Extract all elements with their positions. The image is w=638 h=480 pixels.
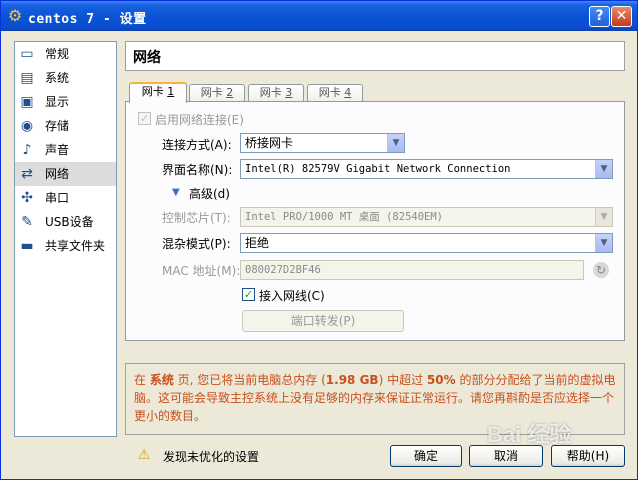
interface-name-select[interactable]: Intel(R) 82579V Gigabit Network Connecti… xyxy=(240,159,613,179)
cancel-button[interactable]: 取消 xyxy=(469,445,543,467)
disk-icon: ◉ xyxy=(20,118,34,134)
chevron-down-icon: ▼ xyxy=(595,208,612,226)
sidebar-item-shared-folders[interactable]: ▬ 共享文件夹 xyxy=(15,234,116,258)
chevron-down-icon: ▼ xyxy=(387,134,404,152)
sidebar-item-network[interactable]: ⇄ 网络 xyxy=(15,162,116,186)
settings-window: ⚙ centos 7 - 设置 ? ✕ ▭ 常规 ▤ 系统 ▣ 显示 ◉ 存储 … xyxy=(0,0,638,480)
page-title: 网络 xyxy=(133,50,161,66)
adapter-type-select[interactable]: Intel PRO/1000 MT 桌面 (82540EM) ▼ xyxy=(240,207,613,227)
expand-arrow-icon[interactable]: ▼ xyxy=(172,187,180,198)
close-button[interactable]: ✕ xyxy=(611,6,632,27)
display-icon: ▣ xyxy=(20,94,34,110)
promiscuous-mode-select[interactable]: 拒绝 ▼ xyxy=(240,233,613,253)
speaker-icon: ♪ xyxy=(22,142,32,158)
chip-icon: ▤ xyxy=(20,70,34,86)
mac-address-label: MAC 地址(M): xyxy=(162,264,241,278)
serial-port-icon: ✣ xyxy=(21,190,33,206)
sidebar-item-label: 显示 xyxy=(45,95,70,109)
sidebar-item-serial[interactable]: ✣ 串口 xyxy=(15,186,116,210)
sidebar-item-general[interactable]: ▭ 常规 xyxy=(15,42,116,66)
help-button[interactable]: 帮助(H) xyxy=(551,445,625,467)
monitor-icon: ▭ xyxy=(20,46,34,62)
warning-icon: ⚠ xyxy=(137,447,151,463)
sidebar-item-label: 网络 xyxy=(45,167,70,181)
enable-adapter-checkbox[interactable]: ✓ xyxy=(138,112,151,125)
cable-connected-label: 接入网线(C) xyxy=(259,289,325,303)
sidebar-item-usb[interactable]: ✎ USB设备 xyxy=(15,210,116,234)
sidebar-item-label: 系统 xyxy=(45,71,70,85)
refresh-mac-icon[interactable]: ↻ xyxy=(593,262,609,278)
page-header: 网络 xyxy=(125,41,625,71)
sidebar-item-storage[interactable]: ◉ 存储 xyxy=(15,114,116,138)
port-forwarding-button[interactable]: 端口转发(P) xyxy=(242,310,404,332)
promiscuous-mode-label: 混杂模式(P): xyxy=(162,237,231,251)
sidebar-item-label: 串口 xyxy=(45,191,70,205)
window-title: centos 7 - 设置 xyxy=(28,12,147,27)
title-bar[interactable]: ⚙ centos 7 - 设置 ? ✕ xyxy=(1,1,637,31)
chevron-down-icon: ▼ xyxy=(595,234,612,252)
mac-address-field[interactable]: 080027D2BF46 xyxy=(240,260,584,280)
usb-icon: ✎ xyxy=(21,214,33,230)
tab-adapter-3[interactable]: 网卡 3 xyxy=(248,84,304,102)
gear-icon: ⚙ xyxy=(7,6,23,25)
sidebar-item-audio[interactable]: ♪ 声音 xyxy=(15,138,116,162)
sidebar-item-label: 共享文件夹 xyxy=(45,239,106,253)
tab-adapter-4[interactable]: 网卡 4 xyxy=(307,84,363,102)
warning-message: 在 系统 页, 您已将当前电脑总内存 (1.98 GB) 中超过 50% 的部分… xyxy=(125,363,625,435)
ok-button[interactable]: 确定 xyxy=(390,445,462,467)
tab-adapter-1[interactable]: 网卡 1 xyxy=(129,82,187,103)
attach-type-label: 连接方式(A): xyxy=(162,138,232,152)
settings-sidebar: ▭ 常规 ▤ 系统 ▣ 显示 ◉ 存储 ♪ 声音 ⇄ 网络 ✣ 串口 ✎ USB xyxy=(14,41,117,437)
folder-icon: ▬ xyxy=(20,238,34,254)
advanced-toggle[interactable]: 高级(d) xyxy=(189,185,230,202)
sidebar-item-label: USB设备 xyxy=(45,215,94,229)
status-message: 发现未优化的设置 xyxy=(163,450,260,464)
sidebar-item-system[interactable]: ▤ 系统 xyxy=(15,66,116,90)
interface-name-label: 界面名称(N): xyxy=(162,163,233,177)
adapter-type-label: 控制芯片(T): xyxy=(162,211,231,225)
network-icon: ⇄ xyxy=(21,166,33,182)
tab-adapter-2[interactable]: 网卡 2 xyxy=(189,84,245,102)
sidebar-item-label: 声音 xyxy=(45,143,70,157)
chevron-down-icon: ▼ xyxy=(595,160,612,178)
sidebar-item-label: 常规 xyxy=(45,47,70,61)
sidebar-item-label: 存储 xyxy=(45,119,70,133)
attach-type-select[interactable]: 桥接网卡 ▼ xyxy=(240,133,405,153)
help-title-button[interactable]: ? xyxy=(589,6,610,27)
enable-adapter-label: 启用网络连接(E) xyxy=(155,113,244,127)
cable-connected-checkbox[interactable]: ✓ xyxy=(242,288,255,301)
sidebar-item-display[interactable]: ▣ 显示 xyxy=(15,90,116,114)
